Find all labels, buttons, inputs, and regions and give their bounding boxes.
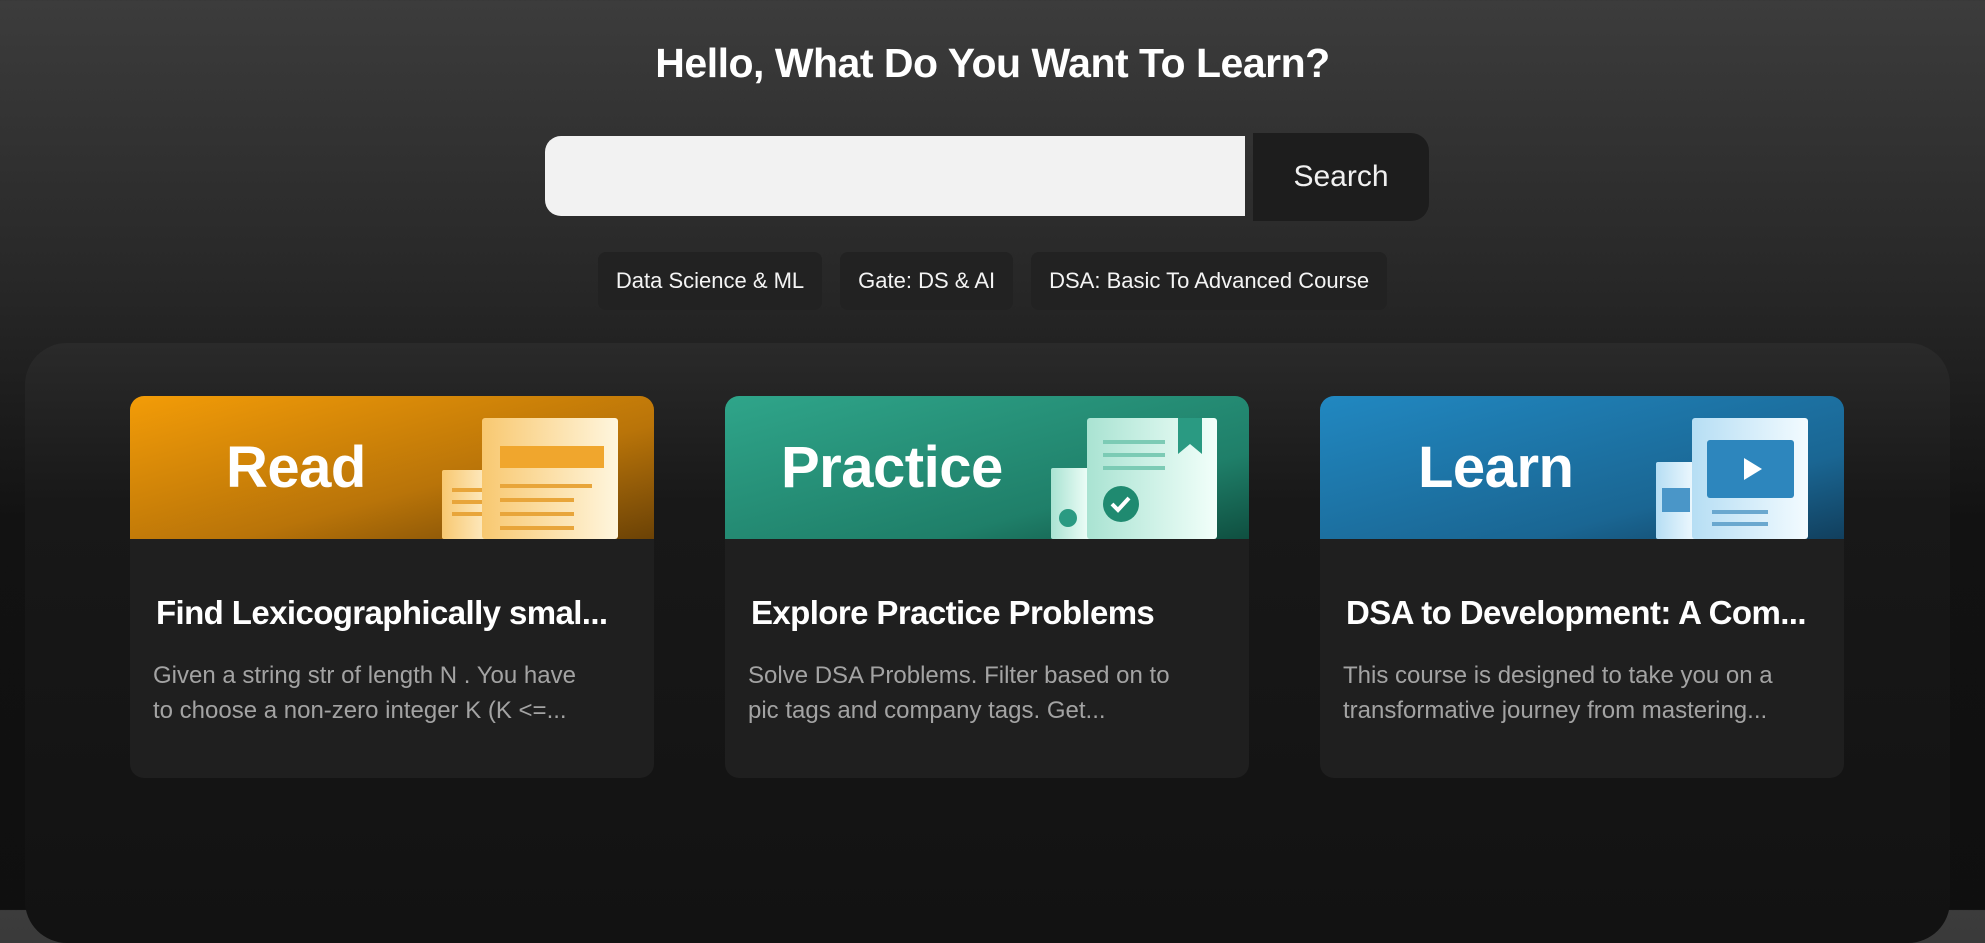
card-title: Explore Practice Problems	[751, 594, 1155, 631]
video-document-icon	[1320, 396, 1844, 539]
card-desc-line: Given a string str of length N . You hav…	[153, 662, 576, 689]
chip-dsa-course[interactable]: DSA: Basic To Advanced Course	[1031, 252, 1388, 310]
card-description: This course is designed to take you on a…	[1343, 658, 1813, 728]
card-description: Given a string str of length N . You hav…	[153, 658, 623, 728]
card-title: DSA to Development: A Com...	[1346, 594, 1807, 631]
card-desc-line: transformative journey from mastering...	[1343, 697, 1768, 724]
banner-word: Practice	[781, 435, 1003, 500]
chip-data-science-ml[interactable]: Data Science & ML	[597, 252, 823, 310]
banner-word: Read	[226, 435, 366, 500]
page-headline: Hello, What Do You Want To Learn?	[655, 40, 1330, 86]
card-desc-line: This course is designed to take you on a	[1343, 662, 1773, 689]
search-button[interactable]: Search	[1253, 133, 1429, 221]
practice-banner: Practice	[725, 396, 1249, 539]
card-description: Solve DSA Problems. Filter based on to p…	[748, 658, 1218, 728]
search-input[interactable]	[545, 136, 1245, 216]
card-desc-line: Solve DSA Problems. Filter based on to	[748, 662, 1170, 689]
document-icon	[130, 396, 654, 539]
read-banner: Read	[130, 396, 654, 539]
practice-card[interactable]: Practice Explore Practice Problems Solve…	[725, 396, 1249, 778]
banner-word: Learn	[1418, 435, 1574, 500]
chip-gate-ds-ai[interactable]: Gate: DS & AI	[840, 252, 1014, 310]
card-desc-line: pic tags and company tags. Get...	[748, 697, 1106, 724]
learn-banner: Learn	[1320, 396, 1844, 539]
suggestion-chips: Data Science & ML Gate: DS & AI DSA: Bas…	[0, 252, 1985, 310]
search-bar: Search	[545, 133, 1429, 221]
card-desc-line: to choose a non-zero integer K (K <=...	[153, 697, 567, 724]
card-title: Find Lexicographically smal...	[156, 594, 608, 631]
learn-card[interactable]: Learn DSA to Development: A Com... This …	[1320, 396, 1844, 778]
read-card[interactable]: Read Find Lexicographically smal... Give…	[130, 396, 654, 778]
